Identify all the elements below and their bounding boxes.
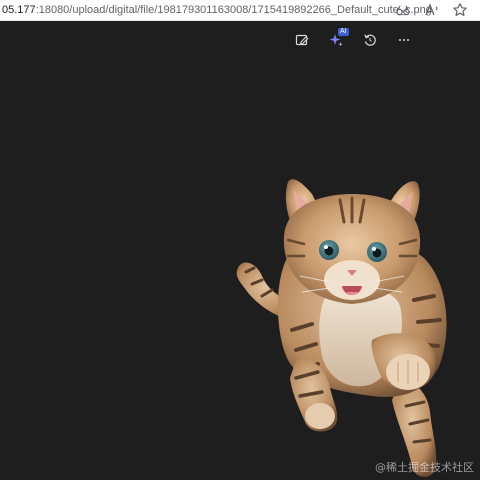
more-options-button[interactable] (392, 28, 416, 52)
rotate-button[interactable] (358, 28, 382, 52)
edit-image-icon (295, 34, 309, 46)
more-options-icon (399, 39, 409, 41)
rotate-icon (364, 34, 376, 46)
url-text[interactable]: 05.177:18080/upload/digital/file/1981793… (2, 3, 432, 17)
ai-enhance-button[interactable]: AI (324, 28, 349, 52)
cat-image (236, 179, 447, 477)
ai-badge: AI (338, 28, 349, 36)
favorite-star-icon[interactable] (452, 2, 468, 18)
url-path: :18080/upload/digital/file/1981793011630… (35, 4, 432, 16)
viewer-toolbar: AI (290, 28, 420, 52)
address-bar[interactable]: 05.177:18080/upload/digital/file/1981793… (0, 0, 480, 21)
edit-image-button[interactable] (290, 28, 314, 52)
url-host: 05.177 (2, 4, 36, 16)
read-aloud-icon[interactable] (424, 2, 440, 18)
binoculars-icon[interactable] (395, 2, 411, 18)
watermark: @稀土掘金技术社区 (375, 461, 474, 474)
image-viewer-page: 05.177:18080/upload/digital/file/1981793… (0, 0, 480, 480)
